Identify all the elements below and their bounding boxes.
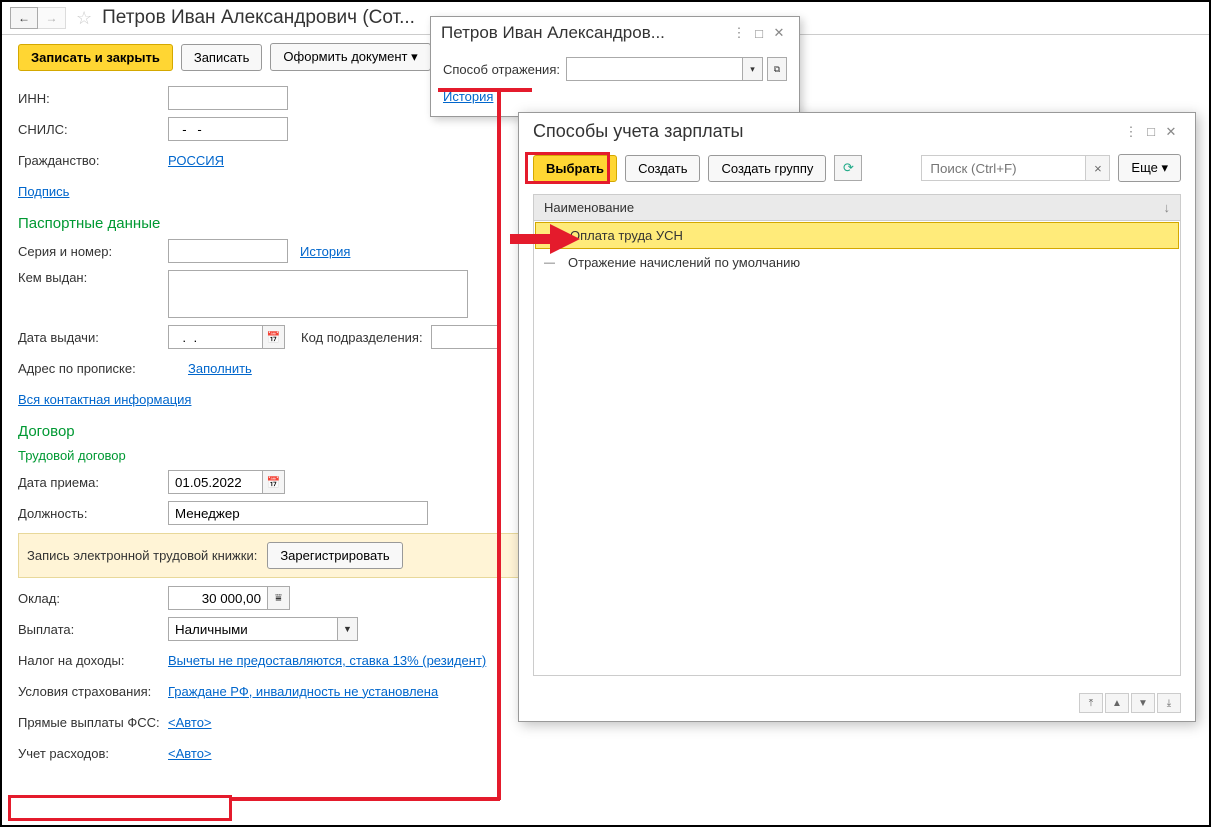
annotation-line [231, 797, 500, 801]
workbook-note-text: Запись электронной трудовой книжки: [27, 548, 257, 563]
create-group-button[interactable]: Создать группу [708, 155, 826, 182]
scroll-controls: ⤒ ▲ ▼ ⤓ [1079, 693, 1181, 713]
snils-label: СНИЛС: [18, 122, 168, 137]
nav-forward-button[interactable]: → [38, 7, 66, 29]
hire-date-input[interactable] [168, 470, 263, 494]
scroll-down-icon[interactable]: ▼ [1131, 693, 1155, 713]
insurance-label: Условия страхования: [18, 684, 168, 699]
save-and-close-button[interactable]: Записать и закрыть [18, 44, 173, 71]
list-column-header[interactable]: Наименование ↓ [533, 194, 1181, 221]
item-text: Отражение начислений по умолчанию [568, 255, 800, 270]
search-input[interactable] [921, 155, 1086, 181]
expenses-label: Учет расходов: [18, 746, 168, 761]
citizenship-link[interactable]: РОССИЯ [168, 153, 224, 168]
select-button[interactable]: Выбрать [533, 155, 617, 182]
signature-link[interactable]: Подпись [18, 184, 69, 199]
fill-address-link[interactable]: Заполнить [188, 361, 252, 376]
page-title: Петров Иван Александрович (Сот... [102, 7, 415, 29]
hire-date-label: Дата приема: [18, 475, 168, 490]
issue-date-label: Дата выдачи: [18, 330, 168, 345]
maximize-icon[interactable]: □ [1141, 124, 1161, 139]
create-button[interactable]: Создать [625, 155, 700, 182]
calculator-icon[interactable]: ⩸ [268, 586, 290, 610]
snils-input[interactable] [168, 117, 288, 141]
passport-history-link[interactable]: История [300, 244, 350, 259]
position-label: Должность: [18, 506, 168, 521]
calendar-icon[interactable]: 📅 [263, 325, 285, 349]
item-icon: — [546, 230, 560, 242]
inn-label: ИНН: [18, 91, 168, 106]
payment-label: Выплата: [18, 622, 168, 637]
dropdown-icon[interactable]: ▾ [743, 57, 763, 81]
annotation-box [8, 795, 232, 821]
register-button[interactable]: Зарегистрировать [267, 542, 402, 569]
item-text: Оплата труда УСН [570, 228, 683, 243]
series-input[interactable] [168, 239, 288, 263]
tax-link[interactable]: Вычеты не предоставляются, ставка 13% (р… [168, 653, 486, 668]
create-document-button[interactable]: Оформить документ ▾ [270, 43, 430, 71]
reflection-method-dialog: Петров Иван Александров... ⋮ □ ✕ Способ … [430, 16, 800, 117]
position-input[interactable] [168, 501, 428, 525]
issued-by-input[interactable] [168, 270, 468, 318]
issue-date-input[interactable] [168, 325, 263, 349]
more-icon[interactable]: ⋮ [729, 25, 749, 41]
close-icon[interactable]: ✕ [1161, 124, 1181, 140]
dropdown-icon[interactable]: ▼ [338, 617, 358, 641]
dept-code-label: Код подразделения: [301, 330, 423, 345]
salary-input[interactable] [168, 586, 268, 610]
column-name-label: Наименование [544, 200, 1164, 215]
more-button[interactable]: Еще ▾ [1118, 154, 1181, 182]
citizenship-label: Гражданство: [18, 153, 168, 168]
fss-label: Прямые выплаты ФСС: [18, 715, 168, 730]
method-input[interactable] [566, 57, 743, 81]
dialog-title: Способы учета зарплаты [533, 121, 1121, 142]
sort-icon: ↓ [1164, 200, 1171, 215]
nav-back-button[interactable]: ← [10, 7, 38, 29]
address-label: Адрес по прописке: [18, 361, 188, 376]
close-icon[interactable]: ✕ [769, 25, 789, 41]
save-button[interactable]: Записать [181, 44, 263, 71]
salary-label: Оклад: [18, 591, 168, 606]
dept-code-input[interactable] [431, 325, 501, 349]
item-icon: — [544, 257, 558, 269]
clear-search-icon[interactable]: × [1086, 155, 1110, 181]
open-icon[interactable]: ⧉ [767, 57, 787, 81]
method-history-link[interactable]: История [443, 89, 493, 104]
method-label: Способ отражения: [443, 62, 560, 77]
salary-methods-dialog: Способы учета зарплаты ⋮ □ ✕ Выбрать Соз… [518, 112, 1196, 722]
list-item[interactable]: — Отражение начислений по умолчанию [534, 250, 1180, 275]
scroll-bottom-icon[interactable]: ⤓ [1157, 693, 1181, 713]
series-label: Серия и номер: [18, 244, 168, 259]
scroll-top-icon[interactable]: ⤒ [1079, 693, 1103, 713]
scroll-up-icon[interactable]: ▲ [1105, 693, 1129, 713]
payment-input[interactable] [168, 617, 338, 641]
dialog-title: Петров Иван Александров... [441, 23, 729, 43]
favorite-star-icon[interactable]: ☆ [76, 8, 92, 29]
refresh-icon[interactable]: ⟳ [834, 155, 862, 181]
fss-link[interactable]: <Авто> [168, 715, 212, 730]
all-contacts-link[interactable]: Вся контактная информация [18, 392, 191, 407]
calendar-icon[interactable]: 📅 [263, 470, 285, 494]
list-item[interactable]: — Оплата труда УСН [535, 222, 1179, 249]
expenses-link[interactable]: <Авто> [168, 746, 212, 761]
tax-label: Налог на доходы: [18, 653, 168, 668]
maximize-icon[interactable]: □ [749, 26, 769, 41]
inn-input[interactable] [168, 86, 288, 110]
methods-list: — Оплата труда УСН — Отражение начислени… [533, 221, 1181, 676]
more-icon[interactable]: ⋮ [1121, 124, 1141, 140]
insurance-link[interactable]: Граждане РФ, инвалидность не установлена [168, 684, 438, 699]
issued-by-label: Кем выдан: [18, 270, 168, 285]
